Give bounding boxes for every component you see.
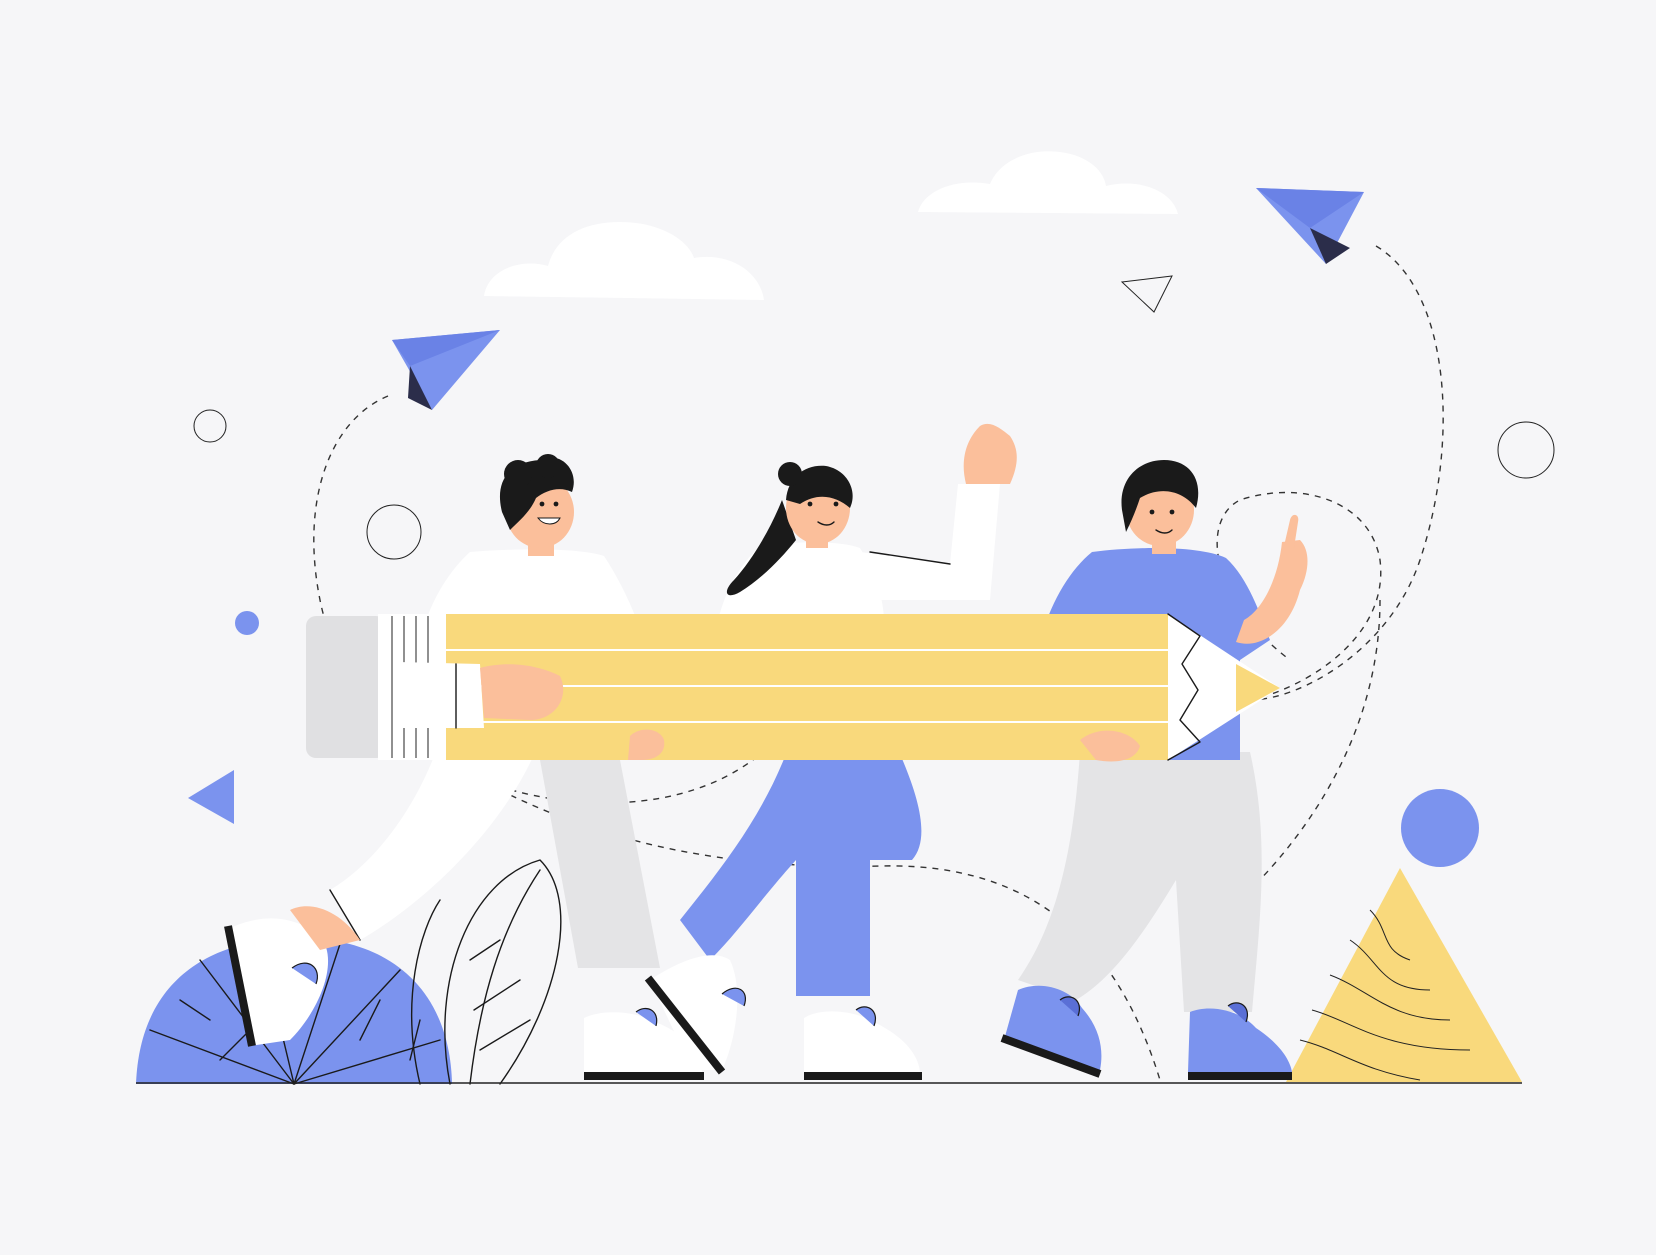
triangle-icon [1120, 275, 1173, 313]
paper-plane-icon [1256, 188, 1364, 264]
circle-icon [366, 504, 422, 560]
yellow-triangle-icon [1286, 868, 1522, 1082]
person-left [224, 454, 704, 1080]
circle-icon [1401, 789, 1479, 867]
triangle-icon [188, 770, 234, 824]
cloud-icon [484, 222, 764, 300]
paper-plane-icon [392, 330, 500, 410]
cloud-icon [918, 151, 1178, 214]
illustration-scene [136, 151, 1555, 1085]
dot-icon [235, 611, 259, 635]
circle-icon [193, 409, 227, 443]
person-right [1000, 460, 1308, 1080]
circle-icon [1497, 421, 1555, 479]
